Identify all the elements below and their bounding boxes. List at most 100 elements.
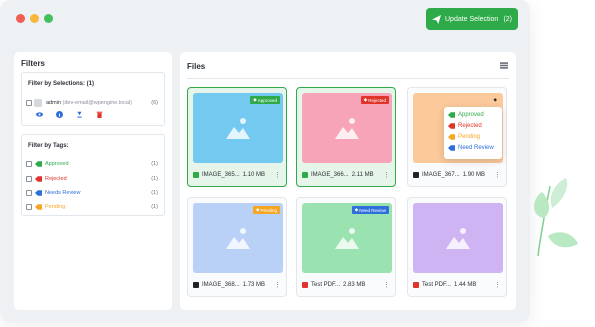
file-card[interactable]: ◆ Need Review Test PDF... 2.83 MB ⋮ <box>296 197 396 297</box>
admin-name-text: admin <box>46 100 61 106</box>
status-badge: ◆ Pending <box>253 206 280 214</box>
tag-pending-checkbox[interactable] <box>26 204 32 210</box>
more-options-icon[interactable]: ⋮ <box>383 281 390 289</box>
file-size: 1.10 MB <box>242 172 266 178</box>
tag-icon <box>35 161 42 167</box>
tag-approved-count: (1) <box>151 161 158 167</box>
file-caption: IMAGE_368... 1.73 MB ⋮ <box>193 278 281 292</box>
tag-menu-item-rejected[interactable]: Rejected <box>448 123 482 129</box>
file-card[interactable]: ◆ Rejected IMAGE_366... 2.11 MB ⋮ <box>296 87 396 187</box>
admin-checkbox[interactable] <box>26 100 32 106</box>
image-icon <box>335 228 359 249</box>
file-size: 2.11 MB <box>351 172 374 178</box>
file-thumbnail <box>413 203 503 273</box>
admin-email: (dev-email@wpengine.local) <box>62 100 132 106</box>
filter-by-selections-box: Filter by Selections: (1) admin (dev-ema… <box>21 72 165 126</box>
pdf-icon <box>413 282 419 288</box>
file-caption: Test PDF... 2.83 MB ⋮ <box>302 278 390 292</box>
tag-rejected-count: (1) <box>151 176 158 182</box>
files-title: Files <box>187 62 206 71</box>
status-badge-text: Need Review <box>359 207 386 213</box>
minimize-window-dot[interactable] <box>30 14 39 23</box>
tag-icon <box>35 176 42 182</box>
close-window-dot[interactable] <box>16 14 25 23</box>
tag-icon <box>448 134 455 140</box>
tag-approved-label[interactable]: Approved <box>45 161 69 167</box>
tag-menu-item-approved[interactable]: Approved <box>448 112 484 118</box>
file-size: 1.44 MB <box>454 282 477 288</box>
info-icon[interactable] <box>56 111 63 118</box>
tag-menu-label: Need Review <box>458 145 494 151</box>
tag-menu-label: Approved <box>458 112 484 118</box>
file-caption: Test PDF... 1.44 MB ⋮ <box>413 278 501 292</box>
tag-rejected-label[interactable]: Rejected <box>45 176 67 182</box>
tag-pending-label[interactable]: Pending <box>45 204 65 210</box>
file-caption: IMAGE_366... 2.11 MB ⋮ <box>302 168 390 182</box>
file-name: IMAGE_368... <box>202 282 240 288</box>
title-bar: Update Selection (2) <box>0 0 530 40</box>
update-selection-label: Update Selection <box>445 15 499 23</box>
list-view-icon[interactable] <box>500 62 508 69</box>
filter-by-tags-box: Filter by Tags: Approved (1) Rejected (1… <box>21 134 165 216</box>
status-badge-text: Approved <box>257 97 277 103</box>
download-icon[interactable] <box>76 111 83 118</box>
more-options-icon[interactable]: ⋮ <box>274 281 281 289</box>
tag-menu-label: Rejected <box>458 123 482 129</box>
tag-approved-checkbox[interactable] <box>26 161 32 167</box>
file-type-icon <box>413 172 419 178</box>
more-options-icon[interactable]: ⋮ <box>494 281 501 289</box>
image-icon <box>226 228 250 249</box>
selected-checkbox[interactable] <box>302 172 308 178</box>
admin-count: (6) <box>151 100 158 106</box>
file-caption: IMAGE_367... 1.90 MB ⋮ <box>413 168 501 182</box>
file-thumbnail: ◆ Rejected <box>302 93 392 163</box>
file-name: IMAGE_365... <box>202 172 240 178</box>
more-options-icon[interactable]: ⋮ <box>494 171 501 179</box>
file-card[interactable]: Test PDF... 1.44 MB ⋮ <box>407 197 507 297</box>
status-badge-text: Rejected <box>368 97 386 103</box>
status-badge: ◆ Rejected <box>360 96 389 104</box>
file-name: Test PDF... <box>311 282 341 288</box>
more-options-icon[interactable]: ⋮ <box>383 171 390 179</box>
file-card[interactable]: ◆ Approved IMAGE_365... 1.10 MB ⋮ <box>187 87 287 187</box>
file-size: 2.83 MB <box>343 282 366 288</box>
tag-icon <box>35 190 42 196</box>
more-options-icon[interactable]: ⋮ <box>274 171 281 179</box>
admin-name: admin (dev-email@wpengine.local) <box>46 100 132 106</box>
file-card[interactable]: ◆ Pending IMAGE_368... 1.73 MB ⋮ <box>187 197 287 297</box>
file-size: 1.73 MB <box>242 282 266 288</box>
status-badge: ◆ Need Review <box>351 206 389 214</box>
filter-by-tags-title: Filter by Tags: <box>28 143 69 149</box>
file-thumbnail: ◆ Approved <box>193 93 283 163</box>
tag-needs-review-label[interactable]: Needs Review <box>45 190 80 196</box>
tag-needs-review-count: (1) <box>151 190 158 196</box>
maximize-window-dot[interactable] <box>44 14 53 23</box>
file-name: IMAGE_367... <box>422 172 460 178</box>
tag-button-icon[interactable]: ◆ <box>491 96 500 104</box>
filters-title: Filters <box>21 59 46 68</box>
tag-needs-review-checkbox[interactable] <box>26 190 32 196</box>
image-icon <box>335 118 359 139</box>
file-caption: IMAGE_365... 1.10 MB ⋮ <box>193 168 281 182</box>
file-name: IMAGE_366... <box>311 172 349 178</box>
update-selection-button[interactable]: Update Selection (2) <box>426 8 518 30</box>
file-size: 1.90 MB <box>462 172 486 178</box>
selected-checkbox[interactable] <box>193 172 199 178</box>
tag-menu-item-need-review[interactable]: Need Review <box>448 145 494 151</box>
view-icon[interactable] <box>36 111 43 118</box>
status-badge: ◆ Approved <box>250 96 280 104</box>
tag-menu-label: Pending <box>458 134 481 140</box>
files-divider <box>187 78 509 79</box>
image-icon <box>446 228 470 249</box>
file-thumbnail: ◆ Need Review <box>302 203 392 273</box>
tag-menu-item-pending[interactable]: Pending <box>448 134 480 140</box>
trash-icon[interactable] <box>96 111 103 118</box>
leaf-decoration-icon <box>534 178 578 257</box>
pdf-icon <box>302 282 308 288</box>
tag-rejected-checkbox[interactable] <box>26 176 32 182</box>
tag-icon <box>448 145 455 151</box>
tag-pending-count: (1) <box>151 204 158 210</box>
status-badge-text: Pending <box>260 207 277 213</box>
file-thumbnail: ◆ Pending <box>193 203 283 273</box>
update-selection-count: (2) <box>503 15 512 23</box>
